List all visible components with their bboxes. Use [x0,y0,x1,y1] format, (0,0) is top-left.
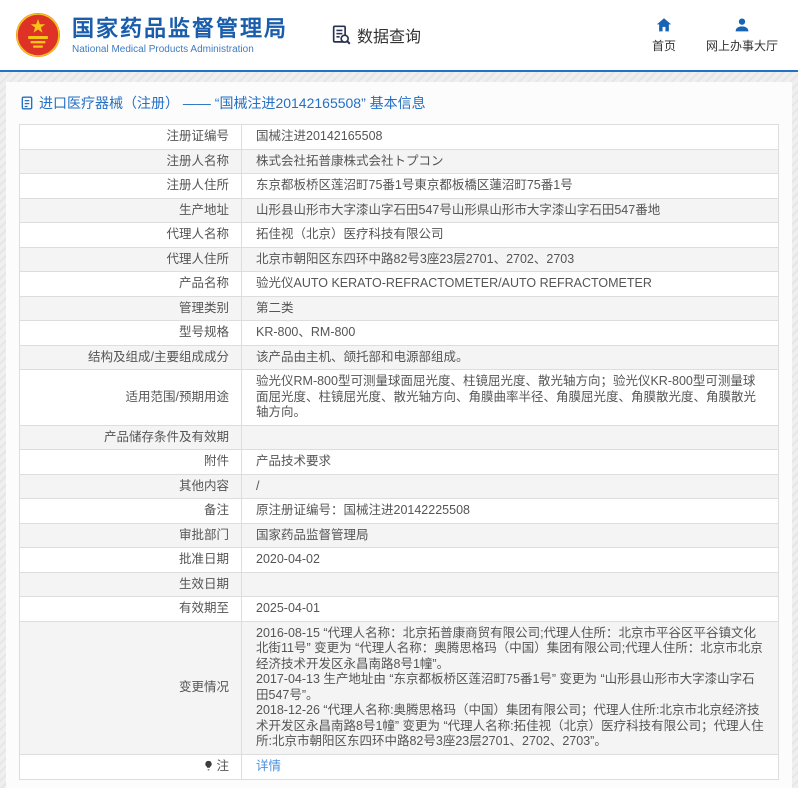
row-value: 第二类 [242,296,779,321]
table-row: 变更情况 2016-08-15 “代理人名称：北京拓普康商贸有限公司;代理人住所… [20,621,779,754]
row-label: 备注 [20,499,242,524]
data-query-label: 数据查询 [357,23,421,47]
row-value: 拓佳视（北京）医疗科技有限公司 [242,223,779,248]
row-label: 有效期至 [20,597,242,622]
row-label: 注册人名称 [20,149,242,174]
row-label: 注册人住所 [20,174,242,199]
row-value: 株式会社拓普康株式会社トプコン [242,149,779,174]
table-row: 生效日期 [20,572,779,597]
table-row: 其他内容 / [20,474,779,499]
row-label: 产品名称 [20,272,242,297]
info-table: 注册证编号 国械注进20142165508 注册人名称 株式会社拓普康株式会社ト… [19,124,779,780]
row-value: 山形县山形市大字漆山字石田547号山形県山形市大字漆山字石田547番地 [242,198,779,223]
info-table-body: 注册证编号 国械注进20142165508 注册人名称 株式会社拓普康株式会社ト… [20,125,779,780]
row-label: 注 [20,754,242,780]
detail-link[interactable]: 详情 [256,759,281,773]
row-label: 代理人住所 [20,247,242,272]
table-row: 审批部门 国家药品监督管理局 [20,523,779,548]
row-value: 验光仪AUTO KERATO-REFRACTOMETER/AUTO REFRAC… [242,272,779,297]
org-names: 国家药品监督管理局 National Medical Products Admi… [72,16,288,55]
row-label: 产品储存条件及有效期 [20,425,242,450]
row-label: 生产地址 [20,198,242,223]
table-row: 生产地址 山形县山形市大字漆山字石田547号山形県山形市大字漆山字石田547番地 [20,198,779,223]
table-row: 产品储存条件及有效期 [20,425,779,450]
row-label: 结构及组成/主要组成成分 [20,345,242,370]
site-header: 国家药品监督管理局 National Medical Products Admi… [0,0,798,72]
row-label: 变更情况 [20,621,242,754]
row-value: 该产品由主机、颌托部和电源部组成。 [242,345,779,370]
row-value: 产品技术要求 [242,450,779,475]
table-row: 有效期至 2025-04-01 [20,597,779,622]
table-row: 型号规格 KR-800、RM-800 [20,321,779,346]
table-row: 代理人名称 拓佳视（北京）医疗科技有限公司 [20,223,779,248]
row-value: 详情 [242,754,779,780]
table-row: 注册人名称 株式会社拓普康株式会社トプコン [20,149,779,174]
row-label: 管理类别 [20,296,242,321]
national-emblem-icon [14,11,62,59]
row-value: / [242,474,779,499]
user-icon [733,16,751,34]
row-value: KR-800、RM-800 [242,321,779,346]
table-row: 注册人住所 东京都板桥区莲沼町75番1号東京都板橋区蓮沼町75番1号 [20,174,779,199]
row-label: 注册证编号 [20,125,242,150]
org-name-cn: 国家药品监督管理局 [72,16,288,42]
row-label: 批准日期 [20,548,242,573]
row-value: 原注册证编号：国械注进20142225508 [242,499,779,524]
org-name-en: National Medical Products Administration [72,44,288,55]
data-query-section[interactable]: 数据查询 [330,23,421,47]
table-row: 备注 原注册证编号：国械注进20142225508 [20,499,779,524]
row-value: 2025-04-01 [242,597,779,622]
row-value: 2016-08-15 “代理人名称：北京拓普康商贸有限公司;代理人住所：北京市平… [242,621,779,754]
table-row: 批准日期 2020-04-02 [20,548,779,573]
row-value [242,425,779,450]
table-row: 产品名称 验光仪AUTO KERATO-REFRACTOMETER/AUTO R… [20,272,779,297]
site-logo[interactable]: 国家药品监督管理局 National Medical Products Admi… [14,11,288,59]
row-label: 其他内容 [20,474,242,499]
page-title: 进口医疗器械（注册） —— “国械注进20142165508” 基本信息 [6,82,792,122]
row-value [242,572,779,597]
table-row: 代理人住所 北京市朝阳区东四环中路82号3座23层2701、2702、2703 [20,247,779,272]
home-icon [655,16,673,34]
row-value: 北京市朝阳区东四环中路82号3座23层2701、2702、2703 [242,247,779,272]
nav-item-home[interactable]: 首页 [652,16,676,54]
top-nav: 首页 网上办事大厅 [652,16,778,54]
row-value: 东京都板桥区莲沼町75番1号東京都板橋区蓮沼町75番1号 [242,174,779,199]
row-value: 国家药品监督管理局 [242,523,779,548]
nav-label-service-hall: 网上办事大厅 [706,37,778,54]
table-row: 注册证编号 国械注进20142165508 [20,125,779,150]
table-row: 注 详情 [20,754,779,780]
table-row: 管理类别 第二类 [20,296,779,321]
page-title-text: 进口医疗器械（注册） —— “国械注进20142165508” 基本信息 [39,93,426,113]
nav-item-service-hall[interactable]: 网上办事大厅 [706,16,778,54]
row-label: 代理人名称 [20,223,242,248]
document-icon [20,96,34,110]
content-panel: 进口医疗器械（注册） —— “国械注进20142165508” 基本信息 注册证… [6,82,792,788]
row-label: 附件 [20,450,242,475]
row-label: 审批部门 [20,523,242,548]
data-query-icon [330,24,352,46]
table-row: 结构及组成/主要组成成分 该产品由主机、颌托部和电源部组成。 [20,345,779,370]
bulb-icon [203,760,214,776]
row-label: 适用范围/预期用途 [20,370,242,426]
row-label: 型号规格 [20,321,242,346]
row-value: 2020-04-02 [242,548,779,573]
row-label: 生效日期 [20,572,242,597]
table-row: 附件 产品技术要求 [20,450,779,475]
table-row: 适用范围/预期用途 验光仪RM-800型可测量球面屈光度、柱镜屈光度、散光轴方向… [20,370,779,426]
nav-label-home: 首页 [652,37,676,54]
row-value: 验光仪RM-800型可测量球面屈光度、柱镜屈光度、散光轴方向；验光仪KR-800… [242,370,779,426]
row-value: 国械注进20142165508 [242,125,779,150]
